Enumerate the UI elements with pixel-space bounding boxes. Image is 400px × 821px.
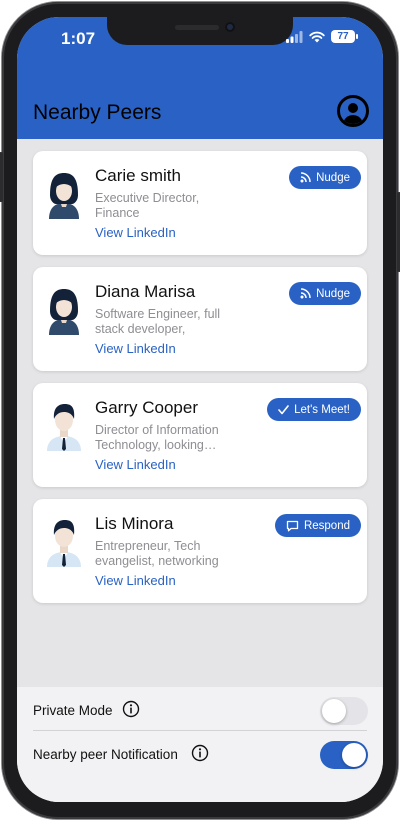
view-linkedin-link[interactable]: View LinkedIn: [95, 573, 176, 588]
respond-button[interactable]: Respond: [274, 514, 361, 537]
nearby-notification-toggle[interactable]: [320, 741, 368, 769]
divider: [33, 730, 367, 731]
volume-button: [0, 152, 3, 202]
peer-name: Garry Cooper: [95, 398, 198, 417]
view-linkedin-link[interactable]: View LinkedIn: [95, 225, 176, 240]
peer-name: Diana Marisa: [95, 282, 196, 301]
view-linkedin-link[interactable]: View LinkedIn: [95, 457, 176, 472]
female-avatar-icon: [49, 173, 79, 219]
app-screen: 1:07 77 Nearby Peers Carie smith Executi…: [17, 17, 383, 802]
rss-icon: [300, 288, 311, 299]
private-mode-row: Private Mode: [33, 690, 368, 734]
speaker: [175, 25, 219, 30]
private-mode-toggle[interactable]: [320, 697, 368, 725]
nudge-button-label: Nudge: [316, 171, 350, 184]
notch: [107, 17, 293, 45]
peer-description: Software Engineer, full stack developer,: [95, 307, 221, 336]
nudge-button[interactable]: Nudge: [289, 166, 361, 189]
peer-description: Director of Information Technology, look…: [95, 423, 219, 452]
status-icons: 77: [286, 30, 358, 43]
peer-description: Entrepreneur, Tech evangelist, networkin…: [95, 539, 219, 568]
chat-bubble-icon: [286, 520, 299, 531]
male-avatar-icon: [47, 404, 81, 451]
peer-name: Carie smith: [95, 166, 181, 185]
wifi-icon: [309, 31, 325, 42]
checkmark-icon: [278, 404, 289, 414]
nudge-button-label: Nudge: [316, 287, 350, 300]
lets-meet-button-label: Let's Meet!: [294, 403, 350, 416]
male-avatar-icon: [47, 520, 81, 567]
info-icon[interactable]: [191, 744, 209, 762]
peer-description: Executive Director, Finance: [95, 191, 200, 220]
status-time: 1:07: [61, 29, 96, 48]
peer-card: Garry Cooper Director of Information Tec…: [33, 383, 367, 487]
nearby-notification-row: Nearby peer Notification: [33, 734, 368, 778]
front-camera: [225, 22, 235, 32]
setting-label: Nearby peer Notification: [33, 747, 178, 762]
peer-name: Lis Minora: [95, 514, 174, 533]
app-header: 1:07 77 Nearby Peers: [17, 17, 383, 139]
peer-card: Diana Marisa Software Engineer, full sta…: [33, 267, 367, 371]
info-icon[interactable]: [122, 700, 140, 718]
cellular-signal-icon: [286, 30, 303, 43]
respond-button-label: Respond: [303, 519, 350, 532]
setting-label: Private Mode: [33, 703, 113, 718]
page-title: Nearby Peers: [33, 101, 162, 124]
battery-icon: 77: [331, 30, 358, 43]
toggle-knob: [342, 743, 366, 767]
toggle-knob: [322, 699, 346, 723]
settings-panel: Private Mode Nearby peer Notification: [17, 687, 383, 802]
rss-icon: [300, 172, 311, 183]
female-avatar-icon: [49, 289, 79, 335]
peer-card: Lis Minora Entrepreneur, Tech evangelist…: [33, 499, 367, 603]
nudge-button[interactable]: Nudge: [289, 282, 361, 305]
account-circle-icon[interactable]: [337, 95, 369, 127]
peer-card: Carie smith Executive Director, Finance …: [33, 151, 367, 255]
view-linkedin-link[interactable]: View LinkedIn: [95, 341, 176, 356]
lets-meet-button[interactable]: Let's Meet!: [267, 398, 361, 421]
